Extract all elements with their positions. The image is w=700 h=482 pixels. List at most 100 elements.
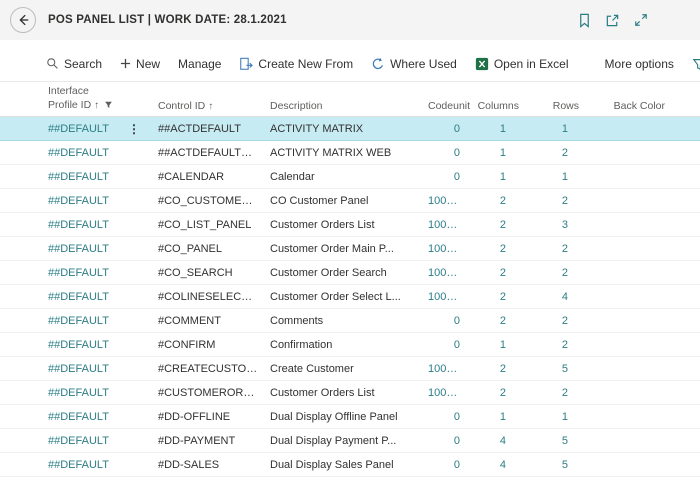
column-header-description[interactable]: Description: [264, 100, 422, 112]
cell-codeunit[interactable]: 0: [422, 411, 470, 423]
profile-id-link[interactable]: ##DEFAULT: [48, 219, 109, 231]
profile-id-link[interactable]: ##DEFAULT: [48, 411, 109, 423]
cell-description: ACTIVITY MATRIX WEB: [264, 147, 422, 159]
cell-interface-profile-id[interactable]: ##DEFAULT ⋮: [0, 122, 152, 136]
create-new-from-button[interactable]: Create New From: [239, 57, 353, 71]
cell-control-id[interactable]: #CO_PANEL: [152, 243, 264, 255]
cell-control-id[interactable]: #DD-PAYMENT: [152, 435, 264, 447]
profile-id-link[interactable]: ##DEFAULT: [48, 387, 109, 399]
filter-funnel-icon[interactable]: [692, 57, 700, 71]
column-header-interface-profile-id[interactable]: Interface Profile ID ↑: [0, 85, 152, 112]
cell-codeunit[interactable]: 0: [422, 171, 470, 183]
profile-id-link[interactable]: ##DEFAULT: [48, 339, 109, 351]
profile-id-link[interactable]: ##DEFAULT: [48, 171, 109, 183]
search-button[interactable]: Search: [46, 57, 102, 71]
cell-control-id[interactable]: #CALENDAR: [152, 171, 264, 183]
profile-id-link[interactable]: ##DEFAULT: [48, 291, 109, 303]
cell-control-id[interactable]: ##ACTDEFAULT: [152, 123, 264, 135]
profile-id-link[interactable]: ##DEFAULT: [48, 435, 109, 447]
cell-codeunit[interactable]: 10016651: [422, 219, 470, 231]
table-row[interactable]: ##DEFAULT ⋮ ##ACTDEFAULT ACTIVITY MATRIX…: [0, 117, 700, 141]
column-header-back-color[interactable]: Back Color: [582, 100, 668, 112]
cell-control-id[interactable]: #CUSTOMERORDERLIST: [152, 387, 264, 399]
cell-control-id[interactable]: #CO_CUSTOMER_PANEL: [152, 195, 264, 207]
profile-id-link[interactable]: ##DEFAULT: [48, 459, 109, 471]
cell-interface-profile-id[interactable]: ##DEFAULT ⋮: [0, 339, 152, 351]
cell-codeunit[interactable]: 0: [422, 147, 470, 159]
table-row[interactable]: ##DEFAULT ⋮ #CO_PANEL Customer Order Mai…: [0, 237, 700, 261]
profile-id-link[interactable]: ##DEFAULT: [48, 243, 109, 255]
cell-interface-profile-id[interactable]: ##DEFAULT ⋮: [0, 195, 152, 207]
cell-codeunit[interactable]: 10016658: [422, 243, 470, 255]
cell-interface-profile-id[interactable]: ##DEFAULT ⋮: [0, 267, 152, 279]
bookmark-icon[interactable]: [578, 13, 591, 28]
cell-description: ACTIVITY MATRIX: [264, 123, 422, 135]
cell-control-id[interactable]: #CONFIRM: [152, 339, 264, 351]
more-options-button[interactable]: More options: [605, 57, 674, 71]
table-row[interactable]: ##DEFAULT ⋮ #DD-SALES Dual Display Sales…: [0, 453, 700, 477]
cell-interface-profile-id[interactable]: ##DEFAULT ⋮: [0, 171, 152, 183]
cell-codeunit[interactable]: 0: [422, 459, 470, 471]
table-row[interactable]: ##DEFAULT ⋮ #CREATECUSTOMER Create Custo…: [0, 357, 700, 381]
open-in-new-window-icon[interactable]: [605, 13, 620, 28]
table-row[interactable]: ##DEFAULT ⋮ #DD-PAYMENT Dual Display Pay…: [0, 429, 700, 453]
row-more-options-icon[interactable]: ⋮: [124, 122, 146, 136]
expand-fullscreen-icon[interactable]: [634, 13, 648, 27]
cell-control-id[interactable]: #COLINESELECTION: [152, 291, 264, 303]
table-row[interactable]: ##DEFAULT ⋮ #CO_LIST_PANEL Customer Orde…: [0, 213, 700, 237]
cell-codeunit[interactable]: 10016659: [422, 195, 470, 207]
cell-codeunit[interactable]: 10016651: [422, 387, 470, 399]
cell-interface-profile-id[interactable]: ##DEFAULT ⋮: [0, 243, 152, 255]
cell-codeunit[interactable]: 0: [422, 339, 470, 351]
cell-interface-profile-id[interactable]: ##DEFAULT ⋮: [0, 363, 152, 375]
manage-button[interactable]: Manage: [178, 57, 221, 71]
cell-control-id[interactable]: ##ACTDEFAULTWEB: [152, 147, 264, 159]
cell-codeunit[interactable]: 0: [422, 123, 470, 135]
profile-id-link[interactable]: ##DEFAULT: [48, 147, 109, 159]
profile-id-link[interactable]: ##DEFAULT: [48, 315, 109, 327]
profile-id-link[interactable]: ##DEFAULT: [48, 195, 109, 207]
profile-id-link[interactable]: ##DEFAULT: [48, 363, 109, 375]
cell-control-id[interactable]: #CO_LIST_PANEL: [152, 219, 264, 231]
cell-control-id[interactable]: #DD-SALES: [152, 459, 264, 471]
cell-interface-profile-id[interactable]: ##DEFAULT ⋮: [0, 147, 152, 159]
table-row[interactable]: ##DEFAULT ⋮ #COMMENT Comments 0 2 2: [0, 309, 700, 333]
new-button[interactable]: New: [120, 57, 160, 71]
cell-interface-profile-id[interactable]: ##DEFAULT ⋮: [0, 411, 152, 423]
cell-control-id[interactable]: #COMMENT: [152, 315, 264, 327]
back-button[interactable]: [10, 7, 36, 33]
cell-rows: 1: [522, 171, 582, 183]
cell-interface-profile-id[interactable]: ##DEFAULT ⋮: [0, 219, 152, 231]
table-row[interactable]: ##DEFAULT ⋮ #DD-OFFLINE Dual Display Off…: [0, 405, 700, 429]
cell-interface-profile-id[interactable]: ##DEFAULT ⋮: [0, 435, 152, 447]
cell-interface-profile-id[interactable]: ##DEFAULT ⋮: [0, 315, 152, 327]
table-row[interactable]: ##DEFAULT ⋮ #CO_CUSTOMER_PANEL CO Custom…: [0, 189, 700, 213]
column-header-columns[interactable]: Columns: [470, 100, 522, 112]
profile-id-link[interactable]: ##DEFAULT: [48, 267, 109, 279]
column-header-rows[interactable]: Rows: [522, 100, 582, 112]
cell-interface-profile-id[interactable]: ##DEFAULT ⋮: [0, 459, 152, 471]
cell-control-id[interactable]: #CO_SEARCH: [152, 267, 264, 279]
cell-control-id[interactable]: #DD-OFFLINE: [152, 411, 264, 423]
open-in-excel-button[interactable]: Open in Excel: [475, 57, 569, 71]
table-row[interactable]: ##DEFAULT ⋮ #CUSTOMERORDERLIST Customer …: [0, 381, 700, 405]
cell-control-id[interactable]: #CREATECUSTOMER: [152, 363, 264, 375]
cell-codeunit[interactable]: 10000710: [422, 363, 470, 375]
table-row[interactable]: ##DEFAULT ⋮ #CONFIRM Confirmation 0 1 2: [0, 333, 700, 357]
cell-rows: 2: [522, 147, 582, 159]
table-row[interactable]: ##DEFAULT ⋮ #COLINESELECTION Customer Or…: [0, 285, 700, 309]
cell-codeunit[interactable]: 0: [422, 315, 470, 327]
profile-id-link[interactable]: ##DEFAULT: [48, 123, 109, 135]
cell-codeunit[interactable]: 10016662: [422, 267, 470, 279]
where-used-button[interactable]: Where Used: [371, 57, 457, 71]
column-header-codeunit[interactable]: Codeunit: [422, 100, 470, 112]
table-row[interactable]: ##DEFAULT ⋮ #CO_SEARCH Customer Order Se…: [0, 261, 700, 285]
table-row[interactable]: ##DEFAULT ⋮ #CALENDAR Calendar 0 1 1: [0, 165, 700, 189]
table-row[interactable]: ##DEFAULT ⋮ ##ACTDEFAULTWEB ACTIVITY MAT…: [0, 141, 700, 165]
cell-codeunit[interactable]: 0: [422, 435, 470, 447]
cell-interface-profile-id[interactable]: ##DEFAULT ⋮: [0, 387, 152, 399]
cell-codeunit[interactable]: 10016662: [422, 291, 470, 303]
cell-interface-profile-id[interactable]: ##DEFAULT ⋮: [0, 291, 152, 303]
column-header-control-id[interactable]: Control ID ↑: [152, 100, 264, 112]
header-line2: Profile ID ↑: [48, 99, 146, 113]
